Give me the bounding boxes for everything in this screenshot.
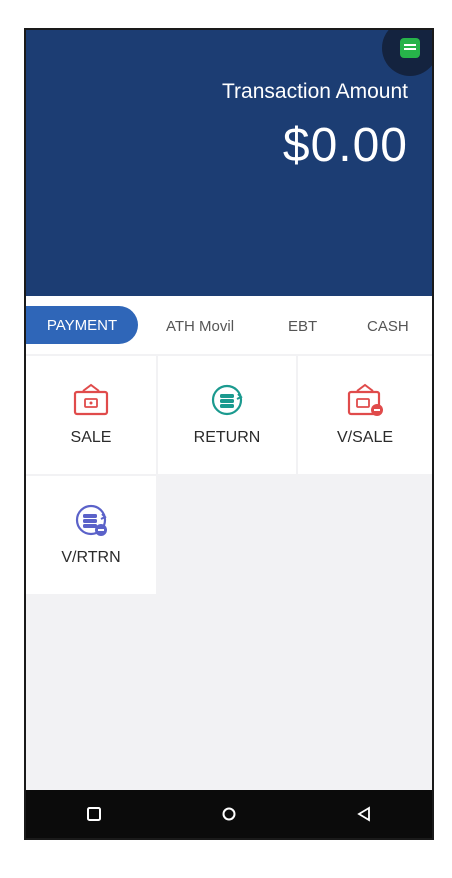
- android-nav-bar: [26, 790, 432, 838]
- void-return-label: V/RTRN: [61, 549, 121, 566]
- square-icon: [86, 807, 101, 821]
- transaction-amount-label: Transaction Amount: [222, 80, 408, 103]
- tab-cash[interactable]: CASH: [367, 318, 409, 335]
- return-tile[interactable]: RETURN: [158, 356, 296, 474]
- circle-icon: [222, 807, 236, 821]
- pos-screen: Transaction Amount $0.00 PAYMENT ATH Mov…: [24, 28, 434, 840]
- tab-ebt[interactable]: EBT: [288, 318, 317, 335]
- amount-header: Transaction Amount $0.00: [26, 30, 432, 296]
- payment-type-tabs: PAYMENT ATH Movil EBT CASH: [26, 296, 432, 354]
- return-label: RETURN: [193, 429, 261, 446]
- void-sale-tile[interactable]: V/SALE: [298, 356, 432, 474]
- recent-apps-button[interactable]: [79, 799, 109, 829]
- terminal-status-icon: [400, 38, 420, 58]
- void-return-icon: [75, 504, 107, 536]
- return-coins-icon: [211, 384, 243, 416]
- void-sale-label: V/SALE: [336, 429, 394, 446]
- back-button[interactable]: [349, 799, 379, 829]
- tab-payment[interactable]: PAYMENT: [26, 306, 138, 344]
- status-indicator[interactable]: [382, 30, 432, 76]
- home-button[interactable]: [214, 799, 244, 829]
- void-return-tile[interactable]: V/RTRN: [26, 476, 156, 594]
- tab-ath-movil[interactable]: ATH Movil: [166, 318, 234, 335]
- back-triangle-icon: [357, 806, 371, 822]
- sale-tile[interactable]: SALE: [26, 356, 156, 474]
- void-wallet-icon: [347, 383, 383, 416]
- wallet-icon: [73, 383, 109, 416]
- transaction-amount-value: $0.00: [282, 119, 408, 172]
- sale-label: SALE: [70, 429, 112, 446]
